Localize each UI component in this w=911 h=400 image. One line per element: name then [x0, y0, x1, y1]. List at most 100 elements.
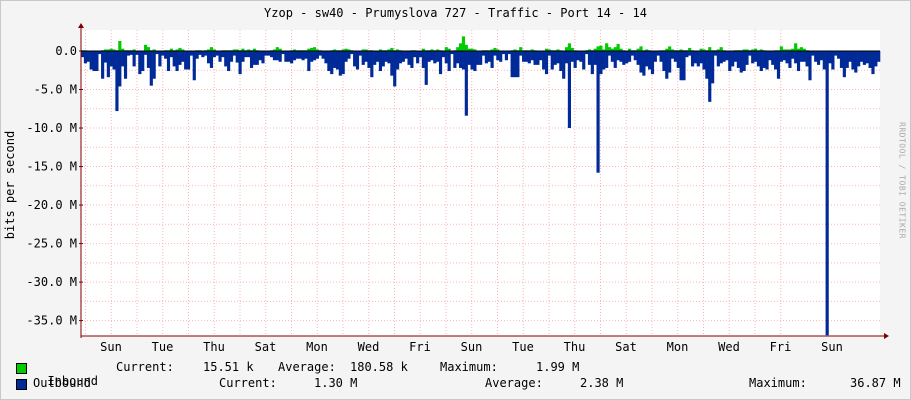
traffic-chart: Sun Tue Thu Sat Mon Wed Fri Sun Tue Thu Sat Mon Wed F… — [26, 23, 889, 354]
outbound-bar — [121, 51, 125, 67]
outbound-bar — [238, 51, 242, 75]
outbound-bar — [716, 51, 720, 67]
outbound-bar — [204, 51, 208, 56]
outbound-bar — [89, 51, 93, 70]
outbound-bar — [693, 51, 698, 64]
outbound-bar — [324, 51, 328, 64]
outbound-bar — [573, 51, 577, 68]
outbound-bar — [184, 51, 188, 70]
outbound-bar — [459, 51, 463, 68]
y-tick-label: -5.0 M — [34, 83, 77, 97]
outbound-bar — [347, 51, 351, 59]
outbound-bar — [524, 51, 529, 62]
outbound-bar — [201, 51, 205, 58]
outbound-bar — [327, 51, 331, 72]
outbound-bar — [756, 51, 761, 67]
outbound-bar — [859, 51, 864, 62]
x-axis-arrow — [884, 333, 889, 339]
inbound-legend-swatch — [16, 363, 27, 374]
outbound-bar — [123, 51, 128, 79]
outbound-bar — [344, 51, 348, 62]
outbound-bar — [175, 51, 179, 72]
outbound-bar — [396, 51, 400, 70]
outbound-bar — [627, 51, 632, 62]
x-tick-label: Sat — [615, 340, 637, 354]
outbound-bar — [805, 51, 809, 67]
outbound-bar — [378, 51, 382, 72]
outbound-bar — [725, 51, 729, 61]
outbound-bar — [808, 51, 812, 81]
outbound-bar — [848, 51, 852, 62]
outbound-bar — [877, 51, 881, 62]
outbound-bar — [685, 51, 689, 58]
outbound-bar — [516, 51, 520, 78]
outbound-bar — [109, 51, 113, 67]
outbound-bar — [255, 51, 259, 65]
outbound-bar — [630, 51, 635, 56]
outbound-bar — [398, 51, 403, 64]
y-tick-label: -35.0 M — [26, 314, 77, 328]
inbound-bar — [312, 47, 317, 51]
outbound-bar — [290, 51, 294, 64]
outbound-bar — [476, 51, 480, 65]
y-tick-label: 0.0 — [55, 44, 77, 58]
outbound-bar — [788, 51, 792, 68]
outbound-bar — [301, 51, 305, 61]
inbound-bar — [799, 47, 803, 51]
outbound-bar — [164, 51, 168, 59]
outbound-bar — [845, 51, 849, 68]
outbound-bar — [103, 51, 108, 63]
outbound-bar — [544, 51, 549, 75]
outbound-bar — [496, 51, 500, 61]
y-tick-label: -30.0 M — [26, 275, 77, 289]
outbound-bar — [132, 51, 136, 67]
outbound-bar — [430, 51, 434, 61]
outbound-bar — [533, 51, 537, 65]
outbound-bar — [699, 51, 703, 64]
outbound-bar — [648, 51, 652, 70]
outbound-current-label: Current: — [219, 376, 277, 390]
outbound-bar — [341, 51, 345, 75]
outbound-bar — [247, 51, 251, 58]
outbound-bar — [447, 51, 451, 72]
outbound-bar — [765, 51, 769, 70]
outbound-bar — [739, 51, 743, 73]
outbound-bar — [825, 51, 829, 336]
outbound-bar — [713, 51, 718, 56]
outbound-bar — [702, 51, 706, 70]
outbound-current-value: 1.30 M — [314, 376, 358, 390]
x-tick-label: Thu — [203, 340, 225, 354]
outbound-bar — [227, 51, 231, 72]
outbound-bar — [519, 51, 523, 56]
outbound-bar — [335, 51, 340, 70]
inbound-bar — [605, 43, 609, 51]
outbound-bar — [711, 51, 715, 84]
outbound-bar — [782, 51, 786, 61]
outbound-bar — [616, 51, 620, 61]
y-tick-label: -25.0 M — [26, 237, 77, 251]
inbound-bar — [464, 44, 468, 51]
outbound-bar — [284, 51, 288, 62]
outbound-bar — [562, 51, 566, 79]
outbound-bar — [118, 51, 122, 87]
outbound-bar — [659, 51, 663, 62]
outbound-bar — [272, 51, 277, 61]
outbound-bar — [679, 51, 683, 81]
inbound-bar — [719, 47, 723, 51]
outbound-bar — [527, 51, 531, 64]
outbound-bar — [387, 51, 391, 64]
outbound-bar — [456, 51, 460, 64]
inbound-bar — [564, 47, 569, 51]
outbound-bar — [424, 51, 428, 85]
outbound-bar — [776, 51, 781, 79]
inbound-bar — [459, 43, 463, 51]
outbound-bar — [794, 51, 798, 64]
outbound-bar — [522, 51, 526, 62]
outbound-bar — [656, 51, 660, 56]
outbound-bar — [189, 51, 193, 56]
outbound-bar — [542, 51, 546, 70]
inbound-bar — [275, 47, 279, 51]
outbound-bar — [605, 51, 609, 68]
outbound-bar — [665, 51, 669, 79]
outbound-bar — [748, 51, 752, 56]
